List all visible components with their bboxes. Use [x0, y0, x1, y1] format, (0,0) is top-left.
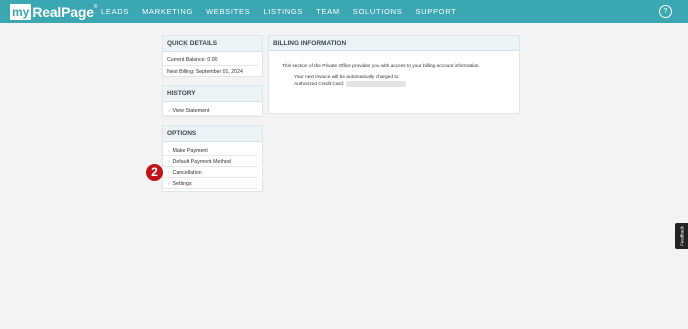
chevron-right-icon: › — [168, 148, 170, 153]
logo-trademark: ® — [93, 4, 98, 10]
billing-information-panel: BILLING INFORMATION This section of the … — [268, 35, 520, 114]
masked-card-number — [346, 81, 407, 87]
cancellation-label: Cancellation — [172, 170, 202, 176]
billing-information-title: BILLING INFORMATION — [269, 36, 519, 51]
view-statement-label: View Statement — [172, 108, 210, 114]
settings-link[interactable]: › Settings — [163, 178, 257, 189]
make-payment-label: Make Payment — [172, 148, 208, 154]
nav-item-leads[interactable]: LEADS — [101, 7, 129, 16]
options-panel: OPTIONS › Make Payment › Default Payment M… — [162, 125, 263, 192]
nav-item-team[interactable]: TEAM — [316, 7, 340, 16]
nav-item-marketing[interactable]: MARKETING — [142, 7, 193, 16]
options-list: › Make Payment › Default Payment Method › C… — [163, 145, 262, 189]
main-menu: LEADS MARKETING WEBSITES LISTINGS TEAM S… — [101, 0, 469, 23]
default-payment-method-label: Default Payment Method — [172, 159, 231, 165]
authorized-credit-card-label: Authorized Credit Card: — [294, 81, 345, 87]
quick-details-panel: QUICK DETAILS Current Balance: 0.00 Next… — [162, 35, 263, 77]
authorized-credit-card: Authorized Credit Card: — [294, 81, 519, 87]
nav-item-solutions[interactable]: SOLUTIONS — [353, 7, 403, 16]
feedback-tab[interactable]: Feedback — [675, 223, 688, 249]
history-title: HISTORY — [163, 86, 262, 102]
nav-item-support[interactable]: SUPPORT — [415, 7, 456, 16]
settings-label: Settings — [172, 181, 192, 187]
invoice-charge-note: Your next invoice will be automatically … — [294, 75, 400, 80]
myrealpage-logo[interactable]: my RealPage ® — [10, 3, 97, 20]
top-navigation-bar: my RealPage ® LEADS MARKETING WEBSITES L… — [0, 0, 688, 23]
logo-name: RealPage — [32, 3, 94, 20]
feedback-label: Feedback — [679, 226, 684, 246]
options-title: OPTIONS — [163, 126, 262, 142]
nav-item-listings[interactable]: LISTINGS — [263, 7, 303, 16]
view-statement-link[interactable]: › View Statement — [163, 105, 257, 116]
billing-description: This section of the Private Office provi… — [282, 64, 480, 69]
current-balance: Current Balance: 0.00 — [163, 57, 258, 66]
next-billing-date: Next Billing: September 01, 2024 — [167, 69, 243, 75]
help-icon[interactable]: ? — [659, 5, 672, 18]
quick-details-title: QUICK DETAILS — [163, 36, 262, 52]
cancellation-link[interactable]: › Cancellation — [163, 167, 257, 178]
step-number-badge: 2 — [146, 164, 163, 181]
chevron-right-icon: › — [168, 170, 170, 175]
chevron-right-icon: › — [168, 108, 170, 113]
history-panel: HISTORY › View Statement — [162, 85, 263, 117]
default-payment-method-link[interactable]: › Default Payment Method — [163, 156, 257, 167]
logo-prefix: my — [10, 3, 32, 20]
chevron-right-icon: › — [168, 181, 170, 186]
chevron-right-icon: › — [168, 159, 170, 164]
make-payment-link[interactable]: › Make Payment — [163, 145, 257, 156]
nav-item-websites[interactable]: WEBSITES — [206, 7, 250, 16]
